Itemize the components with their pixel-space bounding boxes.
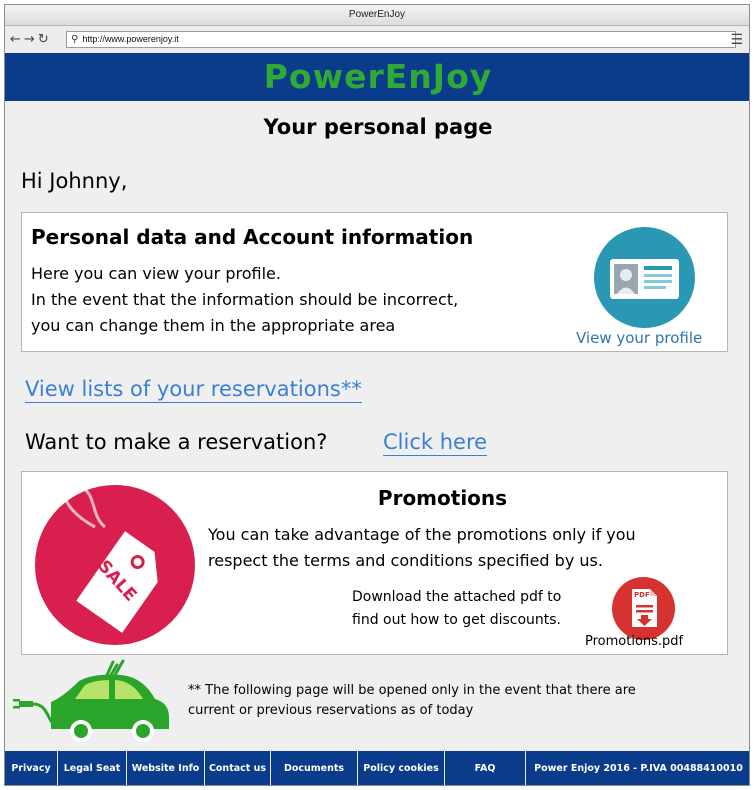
- footer-link-website-info[interactable]: Website Info: [127, 751, 205, 785]
- url-input[interactable]: ⚲ http://www.powerenjoy.it: [66, 31, 736, 48]
- pdf-download-icon[interactable]: PDF: [612, 577, 675, 640]
- nav-buttons: ←→↻: [10, 32, 52, 47]
- reload-icon[interactable]: ↻: [38, 32, 52, 47]
- promotions-line: respect the terms and conditions specifi…: [208, 551, 603, 570]
- promotions-description: You can take advantage of the promotions…: [208, 522, 718, 574]
- footer-copyright: Power Enjoy 2016 - P.IVA 00488410010: [534, 763, 743, 774]
- window-title: PowerEnJoy: [5, 5, 749, 26]
- pdf-badge-text: PDF: [634, 591, 650, 599]
- footer-link-contact-us[interactable]: Contact us: [205, 751, 271, 785]
- personal-data-line: In the event that the information should…: [31, 290, 459, 309]
- view-profile-link[interactable]: View your profile: [576, 329, 702, 347]
- footer-link-policy-cookies[interactable]: Policy cookies: [358, 751, 445, 785]
- browser-window: PowerEnJoy ←→↻ ⚲ http://www.powerenjoy.it…: [4, 4, 750, 786]
- forward-arrow-icon[interactable]: →: [24, 32, 38, 47]
- electric-car-icon: [11, 657, 181, 751]
- search-icon: ⚲: [71, 34, 79, 45]
- footer-link-legal-seat[interactable]: Legal Seat: [58, 751, 127, 785]
- pdf-file-name[interactable]: Promotions.pdf: [585, 634, 683, 649]
- personal-data-card: Personal data and Account information He…: [21, 212, 728, 352]
- footer-link-documents[interactable]: Documents: [271, 751, 358, 785]
- promotions-title: Promotions: [377, 486, 508, 510]
- promotions-line: You can take advantage of the promotions…: [208, 525, 636, 544]
- personal-data-description: Here you can view your profile. In the e…: [31, 261, 458, 339]
- back-arrow-icon[interactable]: ←: [10, 32, 24, 47]
- site-header: PowerEnJoy: [5, 53, 749, 101]
- promotions-card: SALE Promotions You can take advantage o…: [21, 471, 728, 655]
- make-reservation-link[interactable]: Click here: [383, 429, 488, 456]
- personal-data-title: Personal data and Account information: [31, 225, 474, 249]
- footer-link-faq[interactable]: FAQ: [445, 751, 526, 785]
- footnote-line: current or previous reservations as of t…: [188, 703, 474, 718]
- download-instructions: Download the attached pdf to find out ho…: [352, 586, 561, 632]
- footer-link-privacy[interactable]: Privacy: [5, 751, 58, 785]
- personal-data-line: Here you can view your profile.: [31, 264, 281, 283]
- address-bar: ←→↻ ⚲ http://www.powerenjoy.it ☰: [5, 26, 749, 55]
- url-text: http://www.powerenjoy.it: [82, 34, 179, 44]
- reservation-question: Want to make a reservation?: [25, 430, 328, 454]
- download-line: Download the attached pdf to: [352, 589, 562, 605]
- hamburger-menu-icon[interactable]: ☰: [730, 32, 743, 48]
- site-footer: Privacy Legal Seat Website Info Contact …: [5, 751, 749, 785]
- id-card-icon[interactable]: [594, 227, 695, 328]
- footnote-line: ** The following page will be opened onl…: [188, 683, 636, 698]
- view-reservations-link[interactable]: View lists of your reservations**: [25, 376, 362, 403]
- greeting-text: Hi Johnny,: [21, 169, 128, 193]
- personal-data-line: you can change them in the appropriate a…: [31, 316, 396, 335]
- download-line: find out how to get discounts.: [352, 612, 562, 628]
- reservations-footnote: ** The following page will be opened onl…: [188, 681, 728, 721]
- brand-logo-text[interactable]: PowerEnJoy: [264, 57, 493, 96]
- page-title: Your personal page: [263, 115, 493, 139]
